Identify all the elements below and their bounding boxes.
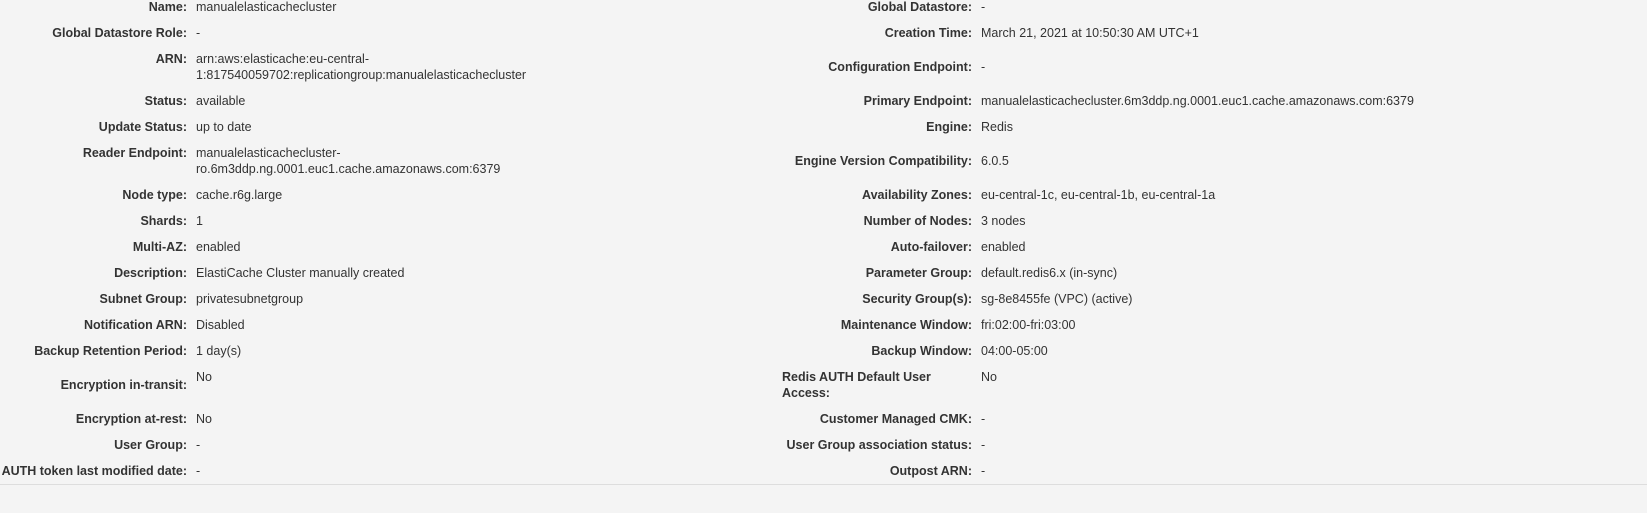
- detail-row: Global Datastore Role: - Creation Time: Mar…: [0, 20, 1647, 46]
- encryption-at-rest-value: No: [196, 412, 212, 426]
- number-of-nodes-value: 3 nodes: [981, 214, 1026, 228]
- global-datastore-role-value: -: [196, 26, 201, 40]
- shards-value: 1: [196, 214, 203, 228]
- creation-time-value: March 21, 2021 at 10:50:30 AM UTC+1: [981, 26, 1199, 40]
- redis-auth-default-user-access-label: Redis AUTH Default User Access:: [782, 370, 931, 400]
- detail-row: Name: manualelasticachecluster Global Data…: [0, 0, 1647, 20]
- backup-retention-period-value: 1 day(s): [196, 344, 242, 358]
- availability-zones-value: eu-central-1c, eu-central-1b, eu-central…: [981, 188, 1216, 202]
- backup-retention-period-label: Backup Retention Period:: [34, 344, 187, 358]
- user-group-association-status-label: User Group association status:: [786, 438, 972, 452]
- detail-row: Notification ARN: Disabled Maintenance Win…: [0, 312, 1647, 338]
- auth-token-last-modified-date-label: AUTH token last modified date:: [1, 464, 187, 478]
- maintenance-window-value: fri:02:00-fri:03:00: [981, 318, 1076, 332]
- engine-label: Engine:: [926, 120, 972, 134]
- encryption-in-transit-value: No: [196, 370, 212, 384]
- engine-version-compatibility-label: Engine Version Compatibility:: [794, 154, 972, 168]
- shards-label: Shards:: [140, 214, 187, 228]
- status-label: Status:: [144, 94, 187, 108]
- primary-endpoint-label: Primary Endpoint:: [863, 94, 972, 108]
- availability-zones-label: Availability Zones:: [862, 188, 972, 202]
- detail-row: Encryption in-transit: No Redis AUTH Defau…: [0, 364, 1647, 406]
- node-type-label: Node type:: [122, 188, 187, 202]
- multi-az-label: Multi-AZ:: [132, 240, 187, 254]
- engine-value: Redis: [981, 120, 1013, 134]
- subnet-group-value: privatesubnetgroup: [196, 292, 304, 306]
- detail-row: Node type: cache.r6g.large Availability Zo…: [0, 182, 1647, 208]
- outpost-arn-value: -: [981, 464, 986, 478]
- auto-failover-value: enabled: [981, 240, 1026, 254]
- detail-row: Update Status: up to date Engine: Redis: [0, 114, 1647, 140]
- detail-row: Status: available Primary Endpoint: manuale…: [0, 88, 1647, 114]
- parameter-group-label: Parameter Group:: [865, 266, 972, 280]
- name-value: manualelasticachecluster: [196, 0, 337, 14]
- notification-arn-label: Notification ARN:: [84, 318, 187, 332]
- global-datastore-role-label: Global Datastore Role:: [52, 26, 187, 40]
- update-status-value: up to date: [196, 120, 252, 134]
- security-group-s-value: sg-8e8455fe (VPC) (active): [981, 292, 1133, 306]
- global-datastore-label: Global Datastore:: [867, 0, 972, 14]
- detail-row: User Group: - User Group association statu…: [0, 432, 1647, 458]
- detail-row: Backup Retention Period: 1 day(s) Backup W…: [0, 338, 1647, 364]
- auth-token-last-modified-date-value: -: [196, 464, 201, 478]
- encryption-in-transit-label: Encryption in-transit:: [60, 378, 187, 392]
- arn-value: arn:aws:elasticache:eu-central- 1:8175400…: [196, 52, 527, 82]
- global-datastore-value: -: [981, 0, 986, 14]
- description-label: Description:: [114, 266, 187, 280]
- backup-window-value: 04:00-05:00: [981, 344, 1048, 358]
- reader-endpoint-label: Reader Endpoint:: [82, 146, 187, 160]
- auto-failover-label: Auto-failover:: [890, 240, 972, 254]
- security-group-s-label: Security Group(s):: [862, 292, 972, 306]
- detail-row: Description: ElastiCache Cluster manually…: [0, 260, 1647, 286]
- configuration-endpoint-label: Configuration Endpoint:: [828, 60, 972, 74]
- detail-row: ARN: arn:aws:elasticache:eu-central- 1:817…: [0, 46, 1647, 88]
- parameter-group-value: default.redis6.x (in-sync): [981, 266, 1118, 280]
- notification-arn-value: Disabled: [196, 318, 245, 332]
- detail-row: Encryption at-rest: No Customer Managed CM…: [0, 406, 1647, 432]
- encryption-at-rest-label: Encryption at-rest:: [75, 412, 187, 426]
- backup-window-label: Backup Window:: [871, 344, 972, 358]
- user-group-value: -: [196, 438, 201, 452]
- creation-time-label: Creation Time:: [884, 26, 972, 40]
- detail-row: Shards: 1 Number of Nodes: 3 nodes: [0, 208, 1647, 234]
- number-of-nodes-label: Number of Nodes:: [863, 214, 972, 228]
- customer-managed-cmk-label: Customer Managed CMK:: [819, 412, 972, 426]
- engine-version-compatibility-value: 6.0.5: [981, 154, 1009, 168]
- update-status-label: Update Status:: [98, 120, 187, 134]
- user-group-label: User Group:: [114, 438, 187, 452]
- configuration-endpoint-value: -: [981, 60, 986, 74]
- status-value: available: [196, 94, 246, 108]
- user-group-association-status-value: -: [981, 438, 986, 452]
- reader-endpoint-value: manualelasticachecluster-ro.6m3ddp.ng.00…: [196, 146, 501, 176]
- node-type-value: cache.r6g.large: [196, 188, 283, 202]
- name-label: Name:: [148, 0, 187, 14]
- detail-row: Multi-AZ: enabled Auto-failover: enabled: [0, 234, 1647, 260]
- maintenance-window-label: Maintenance Window:: [840, 318, 972, 332]
- outpost-arn-label: Outpost ARN:: [889, 464, 972, 478]
- cluster-details-table: Name: manualelasticachecluster Global Data…: [0, 0, 1647, 485]
- multi-az-value: enabled: [196, 240, 241, 254]
- detail-row: Reader Endpoint: manualelasticachecluster…: [0, 140, 1647, 182]
- primary-endpoint-value-highlighted: manualelasticachecluster.6m3ddp.ng.0001.…: [974, 88, 1647, 114]
- detail-row: Subnet Group: privatesubnetgroup Security …: [0, 286, 1647, 312]
- redis-auth-default-user-access-value: No: [981, 370, 997, 384]
- arn-label: ARN:: [155, 52, 187, 66]
- description-value: ElastiCache Cluster manually created: [196, 266, 405, 280]
- detail-row: AUTH token last modified date: - Outpost A…: [0, 458, 1647, 485]
- subnet-group-label: Subnet Group:: [99, 292, 188, 306]
- customer-managed-cmk-value: -: [981, 412, 986, 426]
